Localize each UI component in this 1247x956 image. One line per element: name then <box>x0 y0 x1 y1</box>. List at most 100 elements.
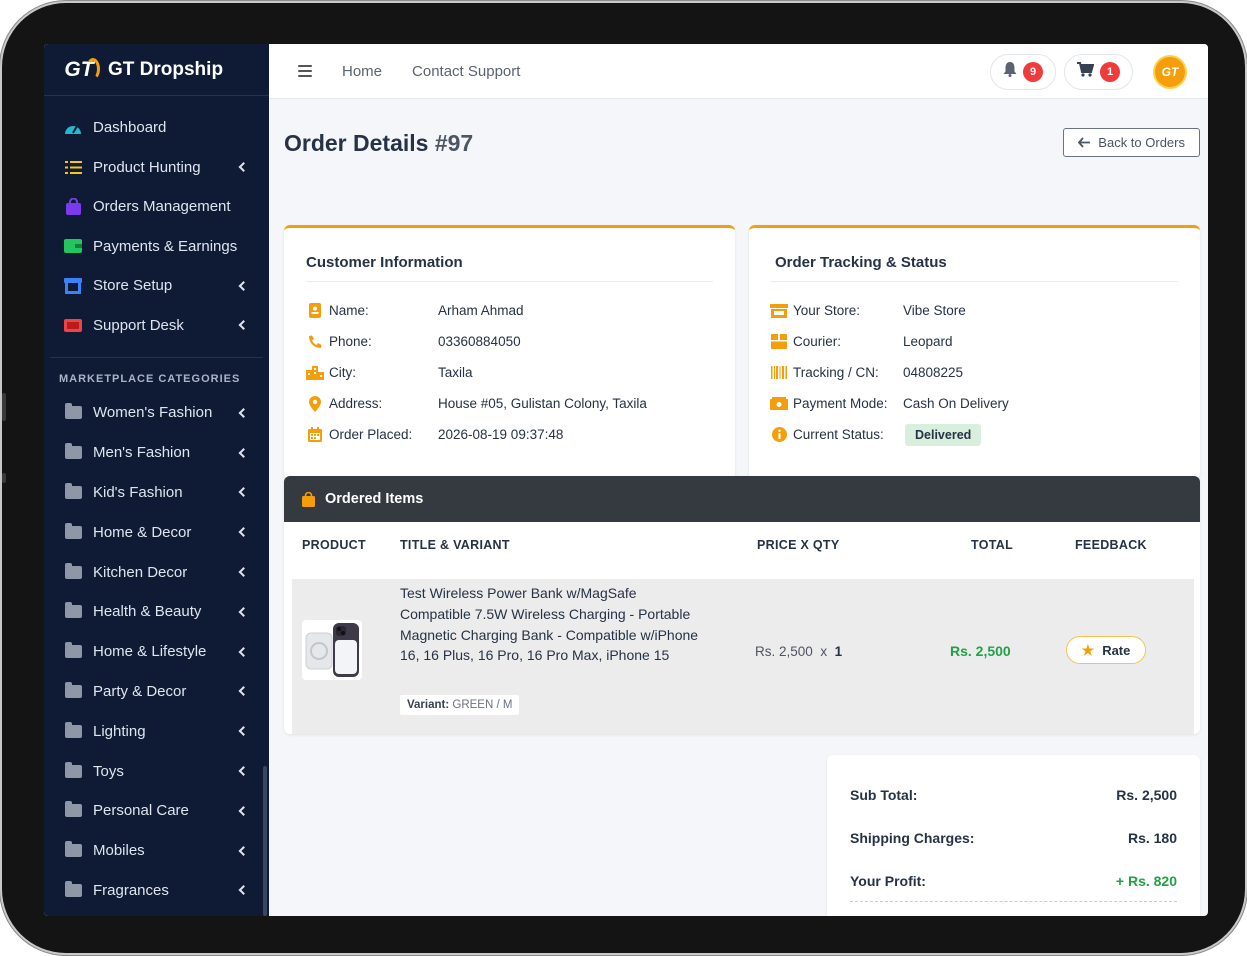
category-label: Mobiles <box>93 842 145 860</box>
sidebar-item-category[interactable]: Personal Care <box>44 791 269 831</box>
product-title[interactable]: Test Wireless Power Bank w/MagSafe Compa… <box>400 583 700 666</box>
sidebar-item-label: Orders Management <box>93 198 231 216</box>
info-label: Order Placed: <box>329 427 413 442</box>
topbar-actions: 9 1 GT <box>990 44 1208 99</box>
chevron-left-icon <box>238 447 249 458</box>
order-tracking-card: Order Tracking & Status Your Store: Vibe… <box>749 225 1200 479</box>
times-sign: x <box>820 644 828 659</box>
courier-value: Leopard <box>903 334 953 349</box>
brand-name: GT Dropship <box>108 58 224 80</box>
cart-badge: 1 <box>1100 61 1120 82</box>
customer-phone-value: 03360884050 <box>438 334 521 349</box>
customer-info-title: Customer Information <box>306 254 463 271</box>
order-number: #97 <box>434 130 474 156</box>
sidebar-item-category[interactable]: Lighting <box>44 711 269 751</box>
chevron-left-icon <box>238 567 249 578</box>
col-header-feedback: FEEDBACK <box>1075 538 1147 552</box>
info-label: Tracking / CN: <box>793 365 879 380</box>
folder-icon <box>64 482 82 501</box>
info-label: Address: <box>329 396 383 411</box>
folder-icon <box>64 562 82 581</box>
category-label: Home & Lifestyle <box>93 643 207 661</box>
folder-icon <box>64 642 82 661</box>
chevron-left-icon <box>238 320 249 331</box>
chevron-left-icon <box>238 805 249 816</box>
sidebar-item-category[interactable]: Kid's Fashion <box>44 473 269 513</box>
category-label: Men's Fashion <box>93 444 191 462</box>
cart-icon <box>1077 61 1095 82</box>
star-icon: ★ <box>1081 641 1095 658</box>
rate-button[interactable]: ★ Rate <box>1066 636 1146 664</box>
section-header: MARKETPLACE CATEGORIES <box>59 373 241 385</box>
sidebar-item-support-desk[interactable]: Support Desk <box>44 306 269 346</box>
shipping-value: Rs. 180 <box>1127 830 1177 846</box>
page-title-text: Order Details <box>284 130 429 156</box>
sidebar-item-category[interactable]: Women's Fashion <box>44 393 269 433</box>
info-row-name: Name: Arham Ahmad <box>306 295 716 326</box>
cart-button[interactable]: 1 <box>1064 53 1133 90</box>
category-label: Kid's Fashion <box>93 483 183 501</box>
sidebar-item-category[interactable]: Party & Decor <box>44 672 269 712</box>
sidebar-item-store-setup[interactable]: Store Setup <box>44 266 269 306</box>
sidebar-item-category[interactable]: Men's Fashion <box>44 433 269 473</box>
sidebar-item-category[interactable]: Health & Beauty <box>44 592 269 632</box>
category-label: Personal Care <box>93 802 189 820</box>
info-row-courier: Courier: Leopard <box>770 326 1180 357</box>
sidebar-item-dashboard[interactable]: Dashboard <box>44 108 269 148</box>
notifications-button[interactable]: 9 <box>990 53 1056 90</box>
summary-divider <box>850 901 1177 902</box>
sidebar-item-category[interactable]: Fragrances <box>44 871 269 911</box>
logo-swoosh-icon <box>86 57 100 80</box>
variant-tag: Variant: GREEN / M <box>400 695 520 715</box>
summary-row-profit: Your Profit: + Rs. 820 <box>850 873 1177 889</box>
info-row-order-placed: Order Placed: 2026-08-19 09:37:48 <box>306 419 716 450</box>
folder-icon <box>64 721 82 740</box>
chevron-left-icon <box>238 606 249 617</box>
sidebar-scrollbar[interactable] <box>263 766 267 916</box>
info-row-status: Current Status: Delivered <box>770 419 1180 450</box>
sidebar-item-orders-management[interactable]: Orders Management <box>44 187 269 227</box>
sidebar-item-label: Product Hunting <box>93 158 201 176</box>
nav-link-contact-support[interactable]: Contact Support <box>412 63 520 80</box>
store-value: Vibe Store <box>903 303 966 318</box>
order-summary-card: Sub Total: Rs. 2,500 Shipping Charges: R… <box>827 755 1200 916</box>
sidebar-item-category[interactable]: Kitchen Decor <box>44 552 269 592</box>
info-label: Name: <box>329 303 369 318</box>
shopping-bag-icon <box>302 491 315 507</box>
tracking-number-value[interactable]: 04808225 <box>903 365 963 380</box>
chevron-left-icon <box>238 527 249 538</box>
back-to-orders-button[interactable]: Back to Orders <box>1063 128 1200 157</box>
notifications-badge: 9 <box>1023 61 1043 82</box>
summary-row-shipping: Shipping Charges: Rs. 180 <box>850 830 1177 846</box>
main-nav: Dashboard Product Hunting Orders Managem… <box>44 96 269 345</box>
sidebar-item-category[interactable]: Toys <box>44 751 269 791</box>
col-header-product: PRODUCT <box>302 538 366 552</box>
store-icon <box>64 277 82 295</box>
sidebar-item-product-hunting[interactable]: Product Hunting <box>44 148 269 188</box>
chevron-left-icon <box>238 280 249 291</box>
sidebar-item-category[interactable]: Home & Decor <box>44 512 269 552</box>
nav-link-home[interactable]: Home <box>342 63 382 80</box>
chevron-left-icon <box>238 407 249 418</box>
shipping-label: Shipping Charges: <box>850 830 975 846</box>
hamburger-menu-icon[interactable] <box>298 65 312 77</box>
product-thumbnail[interactable] <box>302 620 362 680</box>
back-label: Back to Orders <box>1098 135 1185 150</box>
info-label: Phone: <box>329 334 372 349</box>
sidebar-item-label: Payments & Earnings <box>93 237 238 255</box>
info-row-store: Your Store: Vibe Store <box>770 295 1180 326</box>
sidebar-item-category[interactable]: Home & Lifestyle <box>44 632 269 672</box>
customer-name-value: Arham Ahmad <box>438 303 524 318</box>
variant-label: Variant: <box>407 699 450 711</box>
avatar[interactable]: GT <box>1155 56 1185 87</box>
sidebar-item-category[interactable]: Mobiles <box>44 831 269 871</box>
order-placed-value: 2026-08-19 09:37:48 <box>438 427 564 442</box>
unit-price: Rs. 2,500 <box>755 644 813 659</box>
brand[interactable]: GT GT Dropship <box>44 44 269 96</box>
info-row-tracking: Tracking / CN: 04808225 <box>770 357 1180 388</box>
category-label: Women's Fashion <box>93 404 213 422</box>
arrow-left-icon <box>1078 135 1091 151</box>
sidebar-item-payments[interactable]: Payments & Earnings <box>44 227 269 267</box>
store-icon <box>770 303 788 319</box>
ordered-items-header: Ordered Items <box>284 476 1200 522</box>
